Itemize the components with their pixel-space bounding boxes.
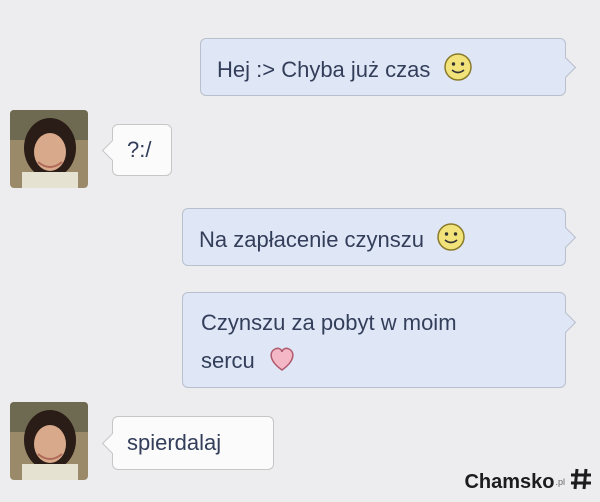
- incoming-message: spierdalaj: [101, 416, 274, 470]
- message-text: spierdalaj: [127, 430, 222, 455]
- contact-avatar[interactable]: [10, 110, 88, 188]
- contact-avatar[interactable]: [10, 402, 88, 480]
- watermark-logo: Chamsko .pl: [464, 466, 594, 498]
- message-text: ?:/: [127, 137, 152, 162]
- message-text: Hej :> Chyba już czas: [217, 56, 431, 82]
- heart-emoji-icon: [267, 344, 297, 380]
- message-text-line1: Czynszu za pobyt w moim: [201, 310, 457, 335]
- message-text-line2: sercu: [201, 347, 255, 373]
- watermark-brand: Chamsko: [464, 470, 555, 493]
- hashtag-icon: [568, 466, 594, 498]
- smile-emoji-icon: [443, 52, 473, 90]
- outgoing-message: Hej :> Chyba już czas: [200, 38, 577, 96]
- outgoing-message: Czynszu za pobyt w moim sercu: [182, 292, 577, 388]
- chat-conversation: Hej :> Chyba już czas ?:/ Na zapłacenie …: [0, 0, 600, 502]
- smile-emoji-icon: [436, 222, 466, 260]
- outgoing-message: Na zapłacenie czynszu: [182, 208, 577, 266]
- message-text: Na zapłacenie czynszu: [199, 226, 425, 252]
- watermark-domain: .pl: [555, 477, 565, 487]
- incoming-message: ?:/: [101, 124, 172, 176]
